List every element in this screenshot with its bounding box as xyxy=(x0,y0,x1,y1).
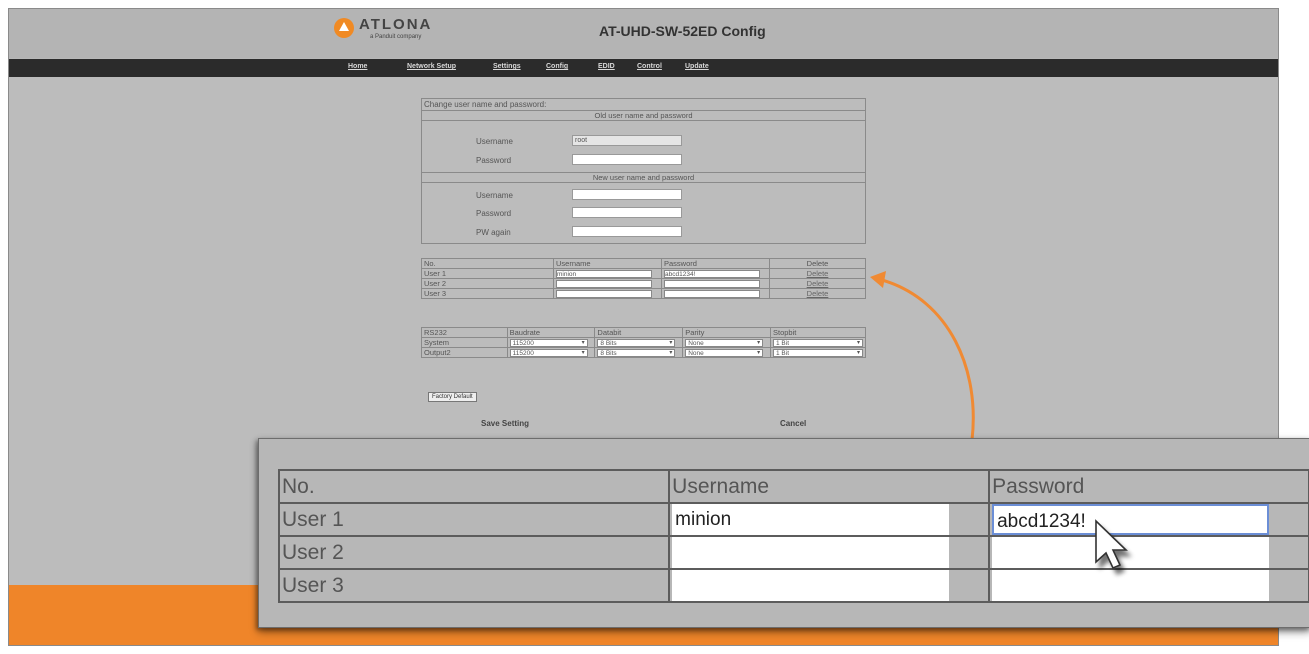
old-username-input[interactable]: root xyxy=(572,135,682,146)
old-section-header: Old user name and password xyxy=(422,110,865,121)
nav-update[interactable]: Update xyxy=(685,63,709,70)
table-row: User 3 xyxy=(277,568,1309,603)
pw-again-input[interactable] xyxy=(572,226,682,237)
nav-bar: Home Network Setup Settings Config EDID … xyxy=(9,59,1278,77)
nav-network-setup[interactable]: Network Setup xyxy=(407,63,456,70)
user-3-username-input[interactable] xyxy=(556,290,652,299)
chevron-down-icon: ▾ xyxy=(669,340,673,347)
zoom-user-1-label: User 1 xyxy=(277,502,671,537)
header-stopbit: Stopbit xyxy=(770,327,866,338)
table-row: User 2 xyxy=(277,535,1309,570)
page-header: ATLONA a Panduit company AT-UHD-SW-52ED … xyxy=(9,9,1278,58)
new-section-header: New user name and password xyxy=(422,172,865,183)
nav-edid[interactable]: EDID xyxy=(598,63,615,70)
logo-subtitle: a Panduit company xyxy=(370,34,422,40)
new-section-title: New user name and password xyxy=(592,173,695,182)
chevron-down-icon: ▾ xyxy=(856,350,860,357)
output2-stopbit-select[interactable]: 1 Bit ▾ xyxy=(773,349,863,358)
rs232-table: RS232 Baudrate Databit Parity Stopbit Sy… xyxy=(421,327,866,359)
table-row: User 1 minion abcd1234! Delete xyxy=(421,267,866,280)
old-password-label: Password xyxy=(476,156,512,165)
user-3-password-input[interactable] xyxy=(664,290,760,299)
old-username-label: Username xyxy=(476,137,513,146)
logo-word: ATLONA xyxy=(359,16,433,33)
header-delete: Delete xyxy=(769,258,866,269)
atlona-logo: ATLONA a Panduit company xyxy=(334,17,432,40)
table-row: User 3 Delete xyxy=(421,288,866,300)
system-databit-select[interactable]: 8 Bits ▾ xyxy=(597,339,676,348)
save-setting-button[interactable]: Save Setting xyxy=(481,419,529,428)
mouse-cursor-icon xyxy=(1095,519,1128,570)
old-section-title: Old user name and password xyxy=(594,111,693,120)
user-3-label: User 3 xyxy=(421,288,554,300)
nav-config[interactable]: Config xyxy=(546,63,568,70)
zoom-user-1-username-input[interactable]: minion xyxy=(672,504,950,535)
header-no: No. xyxy=(421,258,554,269)
zoom-header-password: Password xyxy=(988,469,1309,504)
old-password-input[interactable] xyxy=(572,154,682,165)
system-label: System xyxy=(421,336,508,349)
factory-default-button[interactable]: Factory Default xyxy=(428,392,477,402)
chevron-down-icon: ▾ xyxy=(669,350,673,357)
user-1-delete-link[interactable]: Delete xyxy=(807,269,829,278)
zoom-user-3-label: User 3 xyxy=(277,568,671,603)
rs232-table-header: RS232 Baudrate Databit Parity Stopbit xyxy=(421,327,866,338)
chevron-down-icon: ▾ xyxy=(757,350,761,357)
atlona-logo-icon xyxy=(334,18,354,38)
zoom-callout: No. Username Password User 1 minion abcd… xyxy=(258,438,1309,628)
user-2-password-input[interactable] xyxy=(664,280,760,289)
pw-again-label: PW again xyxy=(476,228,511,237)
users-table: No. Username Password Delete User 1 mini… xyxy=(421,258,866,300)
output2-baudrate-select[interactable]: 115200 ▾ xyxy=(509,349,588,358)
zoom-header-username: Username xyxy=(668,469,991,504)
system-stopbit-select[interactable]: 1 Bit ▾ xyxy=(773,339,863,348)
table-row: User 1 minion abcd1234! xyxy=(277,502,1309,537)
user-2-delete-link[interactable]: Delete xyxy=(807,279,829,288)
header-parity: Parity xyxy=(682,327,771,338)
user-2-username-input[interactable] xyxy=(556,280,652,289)
chevron-down-icon: ▾ xyxy=(581,340,585,347)
new-password-label: Password xyxy=(476,209,512,218)
header-baudrate: Baudrate xyxy=(506,327,596,338)
header-password: Password xyxy=(661,258,770,269)
credentials-box: Change user name and password: Old user … xyxy=(421,98,866,244)
zoom-user-3-username-input[interactable] xyxy=(672,570,950,601)
system-parity-select[interactable]: None ▾ xyxy=(685,339,764,348)
users-table-header: No. Username Password Delete xyxy=(421,258,866,269)
cancel-button[interactable]: Cancel xyxy=(780,419,806,428)
output2-parity-select[interactable]: None ▾ xyxy=(685,349,764,358)
zoom-table-header: No. Username Password xyxy=(277,469,1309,504)
output2-databit-select[interactable]: 8 Bits ▾ xyxy=(597,349,676,358)
user-3-delete-link[interactable]: Delete xyxy=(807,289,829,298)
chevron-down-icon: ▾ xyxy=(581,350,585,357)
zoom-user-2-username-input[interactable] xyxy=(672,537,950,568)
new-username-label: Username xyxy=(476,191,513,200)
user-2-label: User 2 xyxy=(421,278,554,290)
user-1-password-input[interactable]: abcd1234! xyxy=(664,270,760,279)
zoom-header-no: No. xyxy=(277,469,671,504)
zoom-user-2-label: User 2 xyxy=(277,535,671,570)
zoomed-users-table: No. Username Password User 1 minion abcd… xyxy=(277,469,1309,603)
table-row: System 115200 ▾ 8 Bits ▾ None ▾ 1 Bit ▾ xyxy=(421,336,866,349)
header-rs232: RS232 xyxy=(421,327,508,338)
table-row: User 2 Delete xyxy=(421,278,866,290)
new-password-input[interactable] xyxy=(572,207,682,218)
user-1-username-input[interactable]: minion xyxy=(556,270,652,279)
nav-settings[interactable]: Settings xyxy=(493,63,521,70)
table-row: Output2 115200 ▾ 8 Bits ▾ None ▾ 1 Bit ▾ xyxy=(421,347,866,359)
nav-control[interactable]: Control xyxy=(637,63,662,70)
credentials-heading: Change user name and password: xyxy=(424,100,547,109)
new-username-input[interactable] xyxy=(572,189,682,200)
output2-label: Output2 xyxy=(421,347,508,359)
chevron-down-icon: ▾ xyxy=(856,340,860,347)
page-title: AT-UHD-SW-52ED Config xyxy=(599,23,766,39)
header-databit: Databit xyxy=(594,327,684,338)
user-1-label: User 1 xyxy=(421,267,554,280)
system-baudrate-select[interactable]: 115200 ▾ xyxy=(509,339,588,348)
nav-home[interactable]: Home xyxy=(348,63,367,70)
chevron-down-icon: ▾ xyxy=(757,340,761,347)
header-username: Username xyxy=(553,258,662,269)
